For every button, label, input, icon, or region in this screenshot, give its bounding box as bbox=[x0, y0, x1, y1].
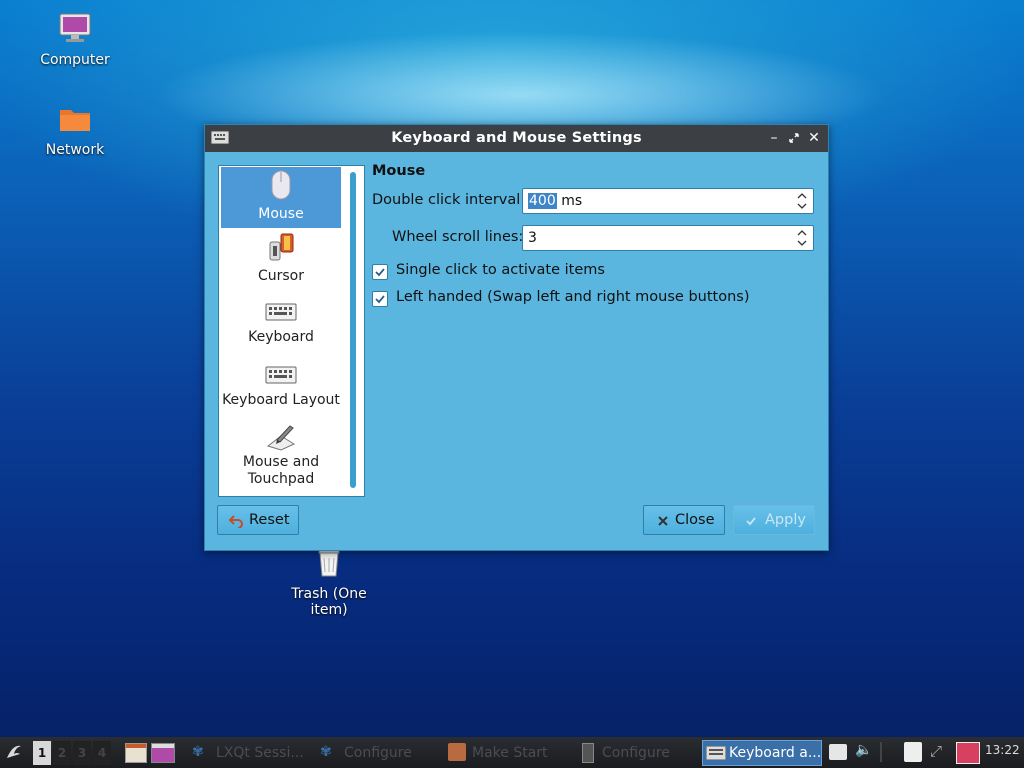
clock[interactable]: 13:22 bbox=[985, 743, 1020, 757]
single-click-label: Single click to activate items bbox=[396, 262, 605, 278]
file-manager-launcher[interactable] bbox=[125, 743, 147, 763]
volume-icon[interactable]: 🔈 bbox=[855, 742, 872, 758]
single-click-checkbox[interactable] bbox=[372, 264, 388, 280]
double-click-spinbox[interactable]: 400 ms bbox=[522, 188, 814, 214]
configure-task-icon bbox=[582, 743, 594, 763]
configure-task-icon: ✾ bbox=[320, 744, 332, 760]
cursor-icon bbox=[269, 233, 294, 261]
close-icon bbox=[658, 516, 668, 526]
file-manager-icon bbox=[126, 744, 146, 748]
wheel-scroll-label: Wheel scroll lines: bbox=[392, 229, 524, 245]
maximize-icon bbox=[789, 133, 799, 143]
sidebar-item-cursor[interactable]: Cursor bbox=[221, 230, 341, 290]
sidebar-scrollbar[interactable] bbox=[350, 172, 356, 488]
double-click-value: 400 bbox=[528, 193, 557, 209]
sidebar-item-keyboard[interactable]: Keyboard bbox=[221, 293, 341, 353]
terminal-launcher[interactable] bbox=[151, 743, 175, 763]
task-label: Configure bbox=[344, 745, 412, 761]
workspace-4[interactable]: 4 bbox=[93, 741, 111, 765]
checkmark-icon bbox=[375, 268, 385, 277]
reset-button[interactable]: Reset bbox=[217, 505, 299, 535]
clipboard-icon[interactable] bbox=[904, 742, 922, 762]
taskbar: 1 2 3 4 ✾ LXQt Sessi... ✾ Configure Make… bbox=[0, 737, 1024, 768]
tray-separator bbox=[880, 742, 882, 762]
task-keyboard-mouse[interactable]: Keyboard a... bbox=[702, 740, 822, 766]
settings-sidebar: Mouse Cursor Keyboard Keyboard Layout Mo… bbox=[218, 165, 365, 497]
sidebar-item-label: Keyboard Layout bbox=[222, 392, 340, 408]
desktop-icon-computer[interactable]: Computer bbox=[20, 12, 130, 68]
task-configure-2[interactable]: Configure bbox=[578, 740, 693, 766]
minimize-icon: – bbox=[770, 130, 778, 146]
task-make-start[interactable]: Make Start bbox=[446, 740, 566, 766]
lxqt-task-icon: ✾ bbox=[192, 744, 204, 760]
close-icon: ✕ bbox=[808, 130, 820, 146]
desktop-icon-label: Trash (One item) bbox=[291, 586, 367, 618]
task-label: Make Start bbox=[472, 745, 548, 761]
removable-media-icon[interactable] bbox=[829, 744, 847, 760]
touchpad-icon bbox=[266, 425, 296, 451]
sidebar-item-mouse-touchpad[interactable]: Mouse and Touchpad bbox=[221, 419, 341, 493]
maximize-button[interactable] bbox=[785, 128, 803, 148]
apply-button-label: Apply bbox=[765, 512, 806, 528]
double-click-label: Double click interval: bbox=[372, 192, 526, 208]
network-plug-icon[interactable]: ⤢ bbox=[930, 742, 942, 760]
lxqt-logo-icon bbox=[7, 745, 21, 758]
minimize-button[interactable]: – bbox=[765, 128, 783, 148]
double-click-unit: ms bbox=[561, 193, 583, 209]
desktop-icon-label: Network bbox=[45, 142, 105, 158]
keyboard-task-icon bbox=[706, 746, 726, 760]
workspace-2[interactable]: 2 bbox=[53, 741, 71, 765]
sidebar-item-label: Mouse bbox=[258, 206, 304, 222]
left-handed-label: Left handed (Swap left and right mouse b… bbox=[396, 289, 750, 305]
folder-icon bbox=[20, 104, 130, 138]
close-button[interactable]: Close bbox=[643, 505, 725, 535]
close-window-button[interactable]: ✕ bbox=[805, 128, 823, 148]
desktop-icon-network[interactable]: Network bbox=[20, 104, 130, 158]
keyboard-icon bbox=[265, 303, 297, 321]
undo-icon bbox=[228, 515, 243, 528]
mouse-icon bbox=[271, 170, 291, 200]
keyboard-layout-icon bbox=[265, 366, 297, 384]
window-titlebar[interactable]: Keyboard and Mouse Settings – ✕ bbox=[205, 125, 828, 152]
keyboard-mouse-settings-window: Keyboard and Mouse Settings – ✕ Mouse Cu… bbox=[204, 124, 829, 551]
wheel-scroll-spinbox[interactable]: 3 bbox=[522, 225, 814, 251]
wheel-scroll-value: 3 bbox=[528, 230, 537, 246]
task-lxqt-session[interactable]: ✾ LXQt Sessi... bbox=[190, 740, 305, 766]
spin-arrows-icon[interactable] bbox=[796, 190, 808, 212]
task-configure-1[interactable]: ✾ Configure bbox=[318, 740, 438, 766]
desktop-icon-label: Computer bbox=[40, 52, 110, 68]
sidebar-item-mouse[interactable]: Mouse bbox=[221, 167, 341, 228]
workspace-1[interactable]: 1 bbox=[33, 741, 51, 765]
reset-button-label: Reset bbox=[249, 512, 290, 528]
section-heading: Mouse bbox=[372, 163, 426, 179]
computer-icon bbox=[20, 12, 130, 48]
workspace-3[interactable]: 3 bbox=[73, 741, 91, 765]
update-notifier-icon[interactable] bbox=[956, 742, 980, 764]
start-menu-button[interactable] bbox=[3, 740, 27, 764]
make-start-task-icon bbox=[448, 743, 466, 761]
close-button-label: Close bbox=[675, 512, 715, 528]
terminal-icon bbox=[152, 744, 174, 748]
trash-icon bbox=[274, 546, 384, 582]
task-label: Configure bbox=[602, 745, 670, 761]
desktop-icon-trash[interactable]: Trash (One item) bbox=[274, 546, 384, 618]
window-title: Keyboard and Mouse Settings bbox=[391, 130, 642, 146]
sidebar-item-keyboard-layout[interactable]: Keyboard Layout bbox=[221, 356, 341, 416]
sidebar-item-label: Keyboard bbox=[248, 329, 314, 345]
sidebar-item-label-line1: Mouse and bbox=[242, 454, 320, 470]
sidebar-item-label: Cursor bbox=[257, 268, 305, 284]
task-label: Keyboard a... bbox=[729, 745, 822, 761]
sidebar-item-label-line2: Touchpad bbox=[247, 471, 315, 487]
spin-arrows-icon[interactable] bbox=[796, 227, 808, 249]
left-handed-checkbox[interactable] bbox=[372, 291, 388, 307]
apply-button[interactable]: Apply bbox=[733, 505, 815, 535]
checkmark-icon bbox=[375, 295, 385, 304]
checkmark-icon bbox=[746, 517, 756, 526]
task-label: LXQt Sessi... bbox=[216, 745, 304, 761]
